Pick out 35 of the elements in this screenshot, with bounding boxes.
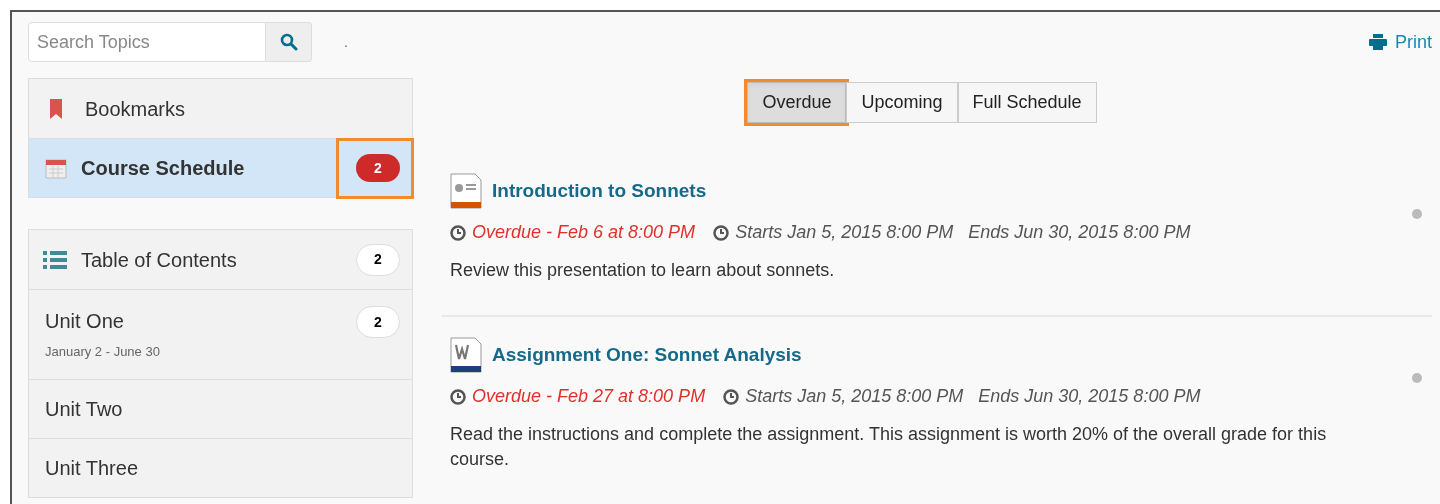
presentation-file-icon xyxy=(450,173,482,209)
list-icon xyxy=(43,250,67,269)
print-link[interactable]: Print xyxy=(1369,28,1432,56)
item-title-link[interactable]: Assignment One: Sonnet Analysis xyxy=(492,340,802,370)
toc-header[interactable]: Table of Contents 2 xyxy=(29,230,412,289)
clock-icon xyxy=(450,388,466,405)
item-description: Read the instructions and complete the assignment. This assignment is worth 20% of the overall grade for this course. xyxy=(450,423,1328,471)
count-badge: 2 xyxy=(356,154,400,182)
search-icon xyxy=(279,33,298,51)
count-badge: 2 xyxy=(356,306,400,338)
overdue-date: Overdue - Feb 27 at 8:00 PM xyxy=(472,385,706,408)
unit-item[interactable]: Unit Three xyxy=(29,438,412,497)
item-description: Review this presentation to learn about sonnets. xyxy=(450,259,836,282)
unit-item[interactable]: Unit One January 2 - June 30 2 xyxy=(29,289,412,379)
clock-icon xyxy=(713,224,730,241)
unit-item[interactable]: Unit Two xyxy=(29,379,412,438)
item-title-link[interactable]: Introduction to Sonnets xyxy=(492,176,707,206)
count-badge: 2 xyxy=(356,243,400,276)
unit-dates: January 2 - June 30 xyxy=(45,343,160,361)
search-button[interactable] xyxy=(266,22,312,62)
clock-icon xyxy=(450,224,466,241)
document-file-icon xyxy=(450,337,482,373)
item-dates: Starts Jan 5, 2015 8:00 PM Ends Jun 30, 2015 8:00 PM xyxy=(735,221,1191,244)
search-field[interactable]: Search Topics xyxy=(28,22,266,62)
nav-item[interactable]: Course Schedule 2 xyxy=(29,138,412,197)
clock-icon xyxy=(723,388,740,405)
printer-icon xyxy=(1369,34,1387,50)
bookmark-icon xyxy=(49,97,63,120)
tab[interactable]: Full Schedule xyxy=(957,82,1097,123)
calendar-icon xyxy=(45,157,67,179)
tab[interactable]: Overdue xyxy=(747,82,847,123)
item-dates: Starts Jan 5, 2015 8:00 PM Ends Jun 30, 2015 8:00 PM xyxy=(745,385,1201,408)
tab[interactable]: Upcoming xyxy=(846,82,958,123)
overdue-date: Overdue - Feb 6 at 8:00 PM xyxy=(472,221,696,244)
dot-mark: . xyxy=(344,32,348,52)
